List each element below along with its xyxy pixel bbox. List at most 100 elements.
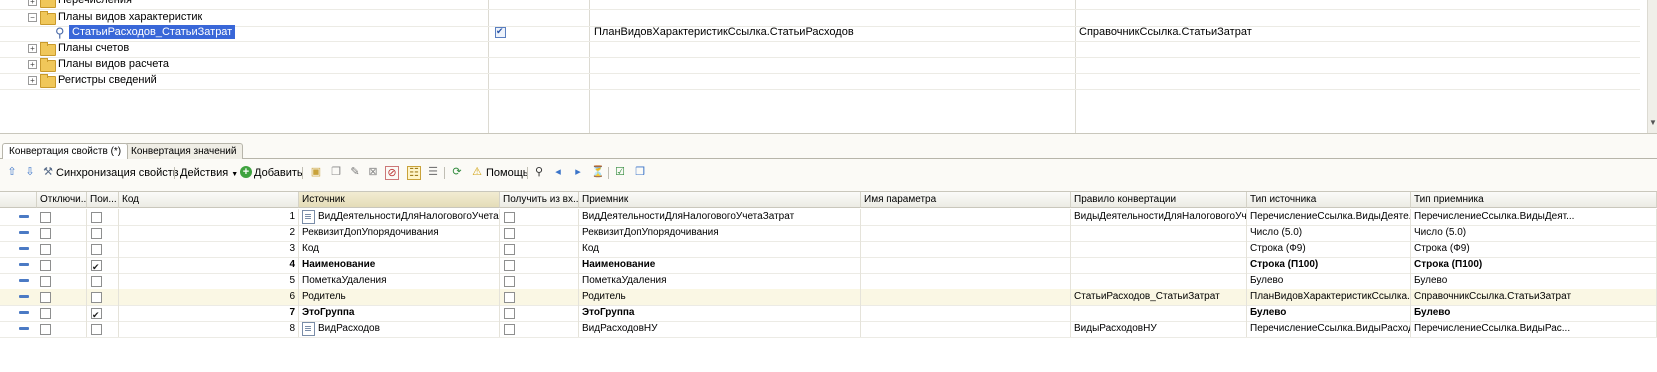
header-disabled[interactable]: Отключи... [37, 192, 87, 208]
expand-icon[interactable]: + [28, 76, 37, 85]
expand-icon[interactable]: + [28, 44, 37, 53]
get-from-cell[interactable] [500, 305, 579, 321]
get-from-checkbox[interactable] [504, 308, 515, 319]
help-button[interactable]: Помощь [486, 165, 529, 181]
disabled-cell[interactable] [37, 209, 87, 225]
table-row[interactable]: 3 Код Код Строка (Ф9) Строка (Ф9) [0, 241, 1657, 258]
disabled-checkbox[interactable] [40, 276, 51, 287]
get-from-cell[interactable] [500, 241, 579, 257]
sync-properties-button[interactable]: Синхронизация свойств ... [56, 165, 191, 181]
search-icon[interactable]: ⚲ [533, 166, 545, 178]
hierarchy-icon[interactable]: ☷ [407, 166, 421, 180]
disabled-cell[interactable] [37, 273, 87, 289]
collapse-icon[interactable]: − [28, 13, 37, 22]
get-from-cell[interactable] [500, 273, 579, 289]
header-search[interactable]: Пои... [87, 192, 119, 208]
table-row[interactable]: 2 РеквизитДопУпорядочивания РеквизитДопУпо… [0, 225, 1657, 242]
check-icon[interactable]: ☑ [614, 166, 626, 178]
get-from-cell[interactable] [500, 289, 579, 305]
rule-checkbox[interactable] [495, 26, 506, 38]
search-cell[interactable] [87, 273, 119, 289]
get-from-cell[interactable] [500, 257, 579, 273]
disabled-checkbox[interactable] [40, 212, 51, 223]
get-from-checkbox[interactable] [504, 244, 515, 255]
table-row[interactable]: 5 ПометкаУдаления ПометкаУдаления Булево Бул… [0, 273, 1657, 290]
get-from-cell[interactable] [500, 209, 579, 225]
get-from-checkbox[interactable] [504, 292, 515, 303]
disabled-checkbox[interactable] [40, 324, 51, 335]
sync-properties-icon[interactable]: ⚒ [42, 166, 54, 178]
header-get-from[interactable]: Получить из вх... [500, 192, 579, 208]
scroll-down-arrow-icon[interactable]: ▼ [1649, 118, 1657, 127]
edit-icon[interactable]: ✎ [349, 166, 361, 178]
disabled-checkbox[interactable] [40, 244, 51, 255]
expand-icon[interactable]: + [28, 60, 37, 69]
disabled-cell[interactable] [37, 257, 87, 273]
windows-icon[interactable]: ❒ [634, 166, 646, 178]
get-from-checkbox[interactable] [504, 260, 515, 271]
add-folder-icon[interactable]: ▣ [310, 166, 322, 178]
tree-row-info-registers[interactable]: + Регистры сведений [0, 72, 1640, 90]
get-from-cell[interactable] [500, 225, 579, 241]
search-checkbox[interactable] [91, 307, 102, 321]
tree-scrollbar[interactable]: ▼ [1647, 0, 1657, 133]
table-row[interactable]: 6 Родитель Родитель СтатьиРасходов_СтатьиЗа… [0, 289, 1657, 306]
actions-menu[interactable]: Действия ▼ [180, 165, 238, 181]
arrow-right-icon[interactable]: ▸ [572, 166, 584, 178]
move-up-icon[interactable]: ⇧ [6, 166, 18, 178]
get-from-checkbox[interactable] [504, 276, 515, 287]
filter-icon[interactable]: ⏳ [591, 166, 605, 178]
disabled-checkbox[interactable] [40, 308, 51, 319]
disabled-checkbox[interactable] [40, 292, 51, 303]
get-from-checkbox[interactable] [504, 212, 515, 223]
disabled-cell[interactable] [37, 305, 87, 321]
disabled-cell[interactable] [37, 225, 87, 241]
header-source-type[interactable]: Тип источника [1247, 192, 1411, 208]
get-from-checkbox[interactable] [504, 228, 515, 239]
copy-icon[interactable]: ❐ [330, 166, 342, 178]
disabled-checkbox[interactable] [40, 228, 51, 239]
search-checkbox[interactable] [91, 244, 102, 255]
search-checkbox[interactable] [91, 212, 102, 223]
search-cell[interactable] [87, 289, 119, 305]
add-button[interactable]: Добавить [254, 165, 303, 181]
tab-property-conversion[interactable]: Конвертация свойств (*) [2, 143, 129, 159]
header-code[interactable]: Код [119, 192, 299, 208]
search-cell[interactable] [87, 305, 119, 321]
disabled-cell[interactable] [37, 289, 87, 305]
get-from-checkbox[interactable] [504, 324, 515, 335]
search-checkbox[interactable] [91, 276, 102, 287]
table-row[interactable]: 4НаименованиеНаименованиеСтрока (П100)Ст… [0, 257, 1657, 274]
disabled-checkbox[interactable] [40, 260, 51, 271]
header-receiver-type[interactable]: Тип приемника [1411, 192, 1657, 208]
table-row[interactable]: 1 ВидДеятельностиДляНалоговогоУчета... Вид… [0, 209, 1657, 226]
search-cell[interactable] [87, 321, 119, 337]
tab-value-conversion[interactable]: Конвертация значений [124, 143, 244, 159]
search-cell[interactable] [87, 241, 119, 257]
search-checkbox[interactable] [91, 259, 102, 273]
search-cell[interactable] [87, 209, 119, 225]
header-receiver[interactable]: Приемник [579, 192, 861, 208]
table-row[interactable]: 8 ВидРасходов ВидРасходовНУ ВидыРасходовНУ П… [0, 321, 1657, 338]
disable-icon[interactable]: ⊘ [385, 166, 399, 180]
search-checkbox[interactable] [91, 324, 102, 335]
header-param-name[interactable]: Имя параметра [861, 192, 1071, 208]
disabled-cell[interactable] [37, 321, 87, 337]
search-cell[interactable] [87, 257, 119, 273]
refresh-icon[interactable]: ⟳ [451, 166, 463, 178]
expand-icon[interactable]: + [28, 0, 37, 6]
disabled-cell[interactable] [37, 241, 87, 257]
header-conversion-rule[interactable]: Правило конвертации [1071, 192, 1247, 208]
search-cell[interactable] [87, 225, 119, 241]
search-checkbox[interactable] [91, 228, 102, 239]
properties-grid[interactable]: Отключи... Пои... Код Источник Получить … [0, 191, 1657, 372]
header-source[interactable]: Источник [299, 192, 500, 208]
search-checkbox[interactable] [91, 292, 102, 303]
delete-icon[interactable]: ⊠ [367, 166, 379, 178]
metadata-tree[interactable]: + Перечисления − Планы видов характерист… [0, 0, 1657, 134]
table-row[interactable]: 7ЭтоГруппаЭтоГруппаБулевоБулево [0, 305, 1657, 322]
arrow-left-icon[interactable]: ◂ [552, 166, 564, 178]
list-icon[interactable]: ☰ [427, 166, 439, 178]
move-down-icon[interactable]: ⇩ [24, 166, 36, 178]
get-from-cell[interactable] [500, 321, 579, 337]
